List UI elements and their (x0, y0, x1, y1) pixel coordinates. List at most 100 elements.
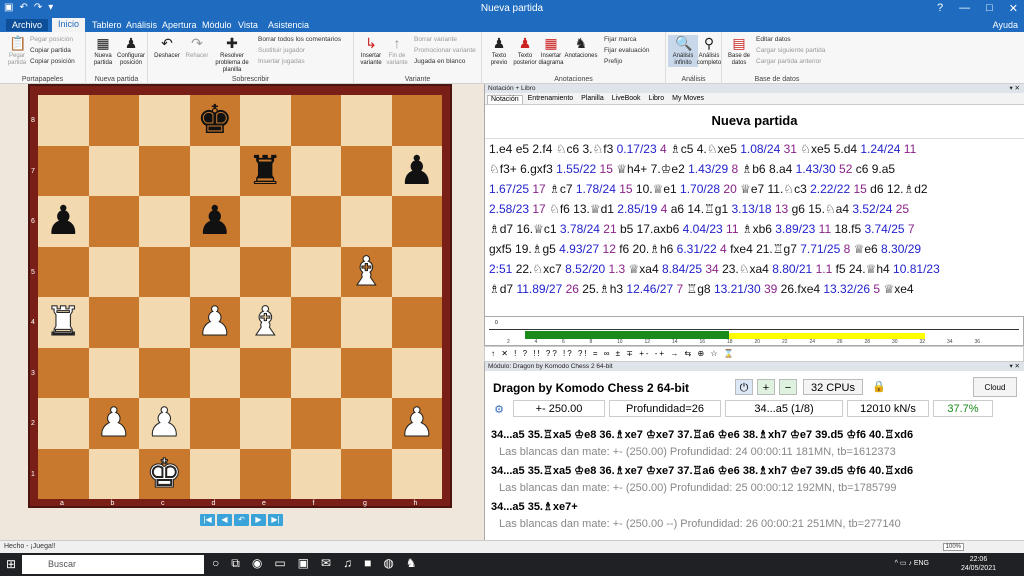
file-menu[interactable]: Archivo (6, 19, 49, 31)
mail-icon[interactable]: ✉ (321, 556, 331, 571)
replace-player-button[interactable]: Sustituir jugador (258, 47, 305, 54)
move-token[interactable]: ♘xe5 5.d4 (800, 142, 860, 156)
square-h3[interactable] (391, 347, 442, 398)
move-token[interactable]: 13.32/26 (823, 282, 873, 296)
square-a3[interactable] (38, 347, 89, 398)
paste-position-button[interactable]: Pegar posición (30, 36, 73, 43)
square-f1[interactable] (290, 448, 341, 499)
square-f2[interactable] (290, 398, 341, 449)
move-token[interactable]: ♗b6 8.a4 (742, 162, 796, 176)
move-token[interactable]: 1.08/24 (740, 142, 783, 156)
white-pawn-icon[interactable]: ♟ (398, 403, 435, 444)
prev-move-button[interactable]: ◀ (217, 514, 232, 526)
square-f3[interactable] (290, 347, 341, 398)
square-h1[interactable] (391, 448, 442, 499)
move-token[interactable]: 22.♘xc7 (516, 262, 565, 276)
engine-variation[interactable]: 34...a5 35.♖xa5 ♔e8 36.♗xe7 ♔xe7 37.♖a6 … (491, 464, 913, 477)
engine-variation[interactable]: 34...a5 35.♖xa5 ♔e8 36.♗xe7 ♔xe7 37.♖a6 … (491, 428, 913, 441)
move-token[interactable]: 6.31/22 (677, 242, 720, 256)
square-b8[interactable] (88, 95, 139, 146)
tab-vista[interactable]: Vista (232, 19, 264, 31)
move-token[interactable]: c6 9.a5 (856, 162, 895, 176)
square-c8[interactable] (139, 95, 190, 146)
move-token[interactable]: b5 17.axb6 (620, 222, 683, 236)
tab-planilla[interactable]: Planilla (578, 95, 607, 104)
black-rook-icon[interactable]: ♜ (247, 151, 283, 191)
new-game-button[interactable]: ▦ Nueva partida (88, 35, 118, 67)
cortana-icon[interactable]: ○ (212, 556, 219, 571)
decrease-lines-button[interactable]: − (779, 379, 797, 395)
increase-lines-button[interactable]: + (757, 379, 775, 395)
help-link[interactable]: Ayuda (993, 20, 1018, 30)
tab-notacion[interactable]: Notación (487, 95, 523, 104)
square-f8[interactable] (290, 95, 341, 146)
cpus-button[interactable]: 32 CPUs (803, 379, 863, 395)
move-token[interactable]: ♗d7 (489, 282, 516, 296)
move-token[interactable]: ♗xb6 (742, 222, 775, 236)
black-king-icon[interactable]: ♚ (197, 100, 233, 140)
move-token[interactable]: 1.78/24 (576, 182, 619, 196)
move-token[interactable]: a6 14.♖g1 (671, 202, 732, 216)
move-token[interactable]: 1.e4 e5 2.f4 ♘c6 3.♘f3 (489, 142, 617, 156)
last-move-button[interactable]: ▶| (268, 514, 283, 526)
square-d1[interactable] (189, 448, 240, 499)
square-f5[interactable] (290, 246, 341, 297)
move-token[interactable]: 25 (896, 202, 909, 216)
move-token[interactable]: 4 (661, 202, 671, 216)
square-d5[interactable] (189, 246, 240, 297)
square-b6[interactable] (88, 196, 139, 247)
configure-position-button[interactable]: ♟ Configurar posición (116, 35, 146, 67)
move-token[interactable]: ♖g8 (686, 282, 713, 296)
move-line[interactable]: 2:51 22.♘xc7 8.52/20 1.3 ♕xa4 8.84/25 34… (489, 259, 1020, 279)
insert-moves-button[interactable]: Insertar jugadas (258, 58, 305, 65)
move-token[interactable]: ♘f6 13.♕d1 (549, 202, 617, 216)
move-token[interactable]: 13 (775, 202, 792, 216)
square-c2[interactable]: ♟ (139, 398, 190, 449)
move-token[interactable]: ♗c7 (549, 182, 576, 196)
move-token[interactable]: 15 (619, 182, 636, 196)
move-token[interactable]: f6 20.♗h6 (619, 242, 676, 256)
square-f4[interactable] (290, 297, 341, 348)
move-token[interactable]: 12 (603, 242, 620, 256)
tab-asistencia[interactable]: Asistencia (262, 19, 315, 31)
move-token[interactable]: 8 (844, 242, 854, 256)
evaluation-graph[interactable]: 0 2 4 6 8 10 12 14 16 18 20 22 24 26 28 30 32 34 36 (484, 316, 1024, 346)
panel-controls-icon[interactable]: ▾ ✕ (1009, 84, 1020, 92)
move-token[interactable]: 13.21/30 (714, 282, 764, 296)
store-icon[interactable]: ▣ (298, 556, 309, 571)
white-bishop-icon[interactable]: ♝ (348, 251, 385, 292)
square-e7[interactable]: ♜ (240, 145, 291, 196)
move-line[interactable]: 2.58/23 17 ♘f6 13.♕d1 2.85/19 4 a6 14.♖g… (489, 199, 1020, 219)
move-list[interactable]: 1.e4 e5 2.f4 ♘c6 3.♘f3 0.17/23 4 ♗c5 4.♘… (485, 138, 1024, 300)
move-token[interactable]: 3.52/24 (852, 202, 895, 216)
engine-variation[interactable]: 34...a5 35.♗xe7+ (491, 500, 578, 513)
square-f7[interactable] (290, 145, 341, 196)
move-line[interactable]: gxf5 19.♗g5 4.93/27 12 f6 20.♗h6 6.31/22… (489, 239, 1020, 259)
square-d3[interactable] (189, 347, 240, 398)
move-token[interactable]: ♕xa4 (629, 262, 662, 276)
move-token[interactable]: ♘f3+ 6.gxf3 (489, 162, 556, 176)
square-f6[interactable] (290, 196, 341, 247)
move-token[interactable]: ♕xe4 (883, 282, 913, 296)
chessbase-icon[interactable]: ♞ (406, 556, 417, 571)
square-b5[interactable] (88, 246, 139, 297)
square-g5[interactable]: ♝ (341, 246, 392, 297)
move-token[interactable]: ♗d7 16.♕c1 (489, 222, 560, 236)
move-token[interactable]: 8.52/20 (565, 262, 608, 276)
square-c6[interactable] (139, 196, 190, 247)
move-token[interactable]: ♗c5 4.♘xe5 (670, 142, 740, 156)
move-token[interactable]: 21 (603, 222, 620, 236)
taskbar-search[interactable]: Buscar (22, 555, 204, 574)
close-icon[interactable]: ✕ (1009, 2, 1018, 15)
load-next-button[interactable]: Cargar siguiente partida (756, 47, 825, 54)
square-g8[interactable] (341, 95, 392, 146)
move-token[interactable]: 2.85/19 (617, 202, 660, 216)
move-token[interactable]: 12.46/27 (626, 282, 676, 296)
engine-power-button[interactable]: ⏻ (735, 379, 753, 395)
white-pawn-icon[interactable]: ♟ (95, 403, 132, 444)
move-token[interactable]: 20 (723, 182, 740, 196)
engine-settings-icon[interactable]: ⚙ (491, 402, 507, 418)
square-b1[interactable] (88, 448, 139, 499)
move-token[interactable]: 3.74/25 (865, 222, 908, 236)
square-a8[interactable] (38, 95, 89, 146)
